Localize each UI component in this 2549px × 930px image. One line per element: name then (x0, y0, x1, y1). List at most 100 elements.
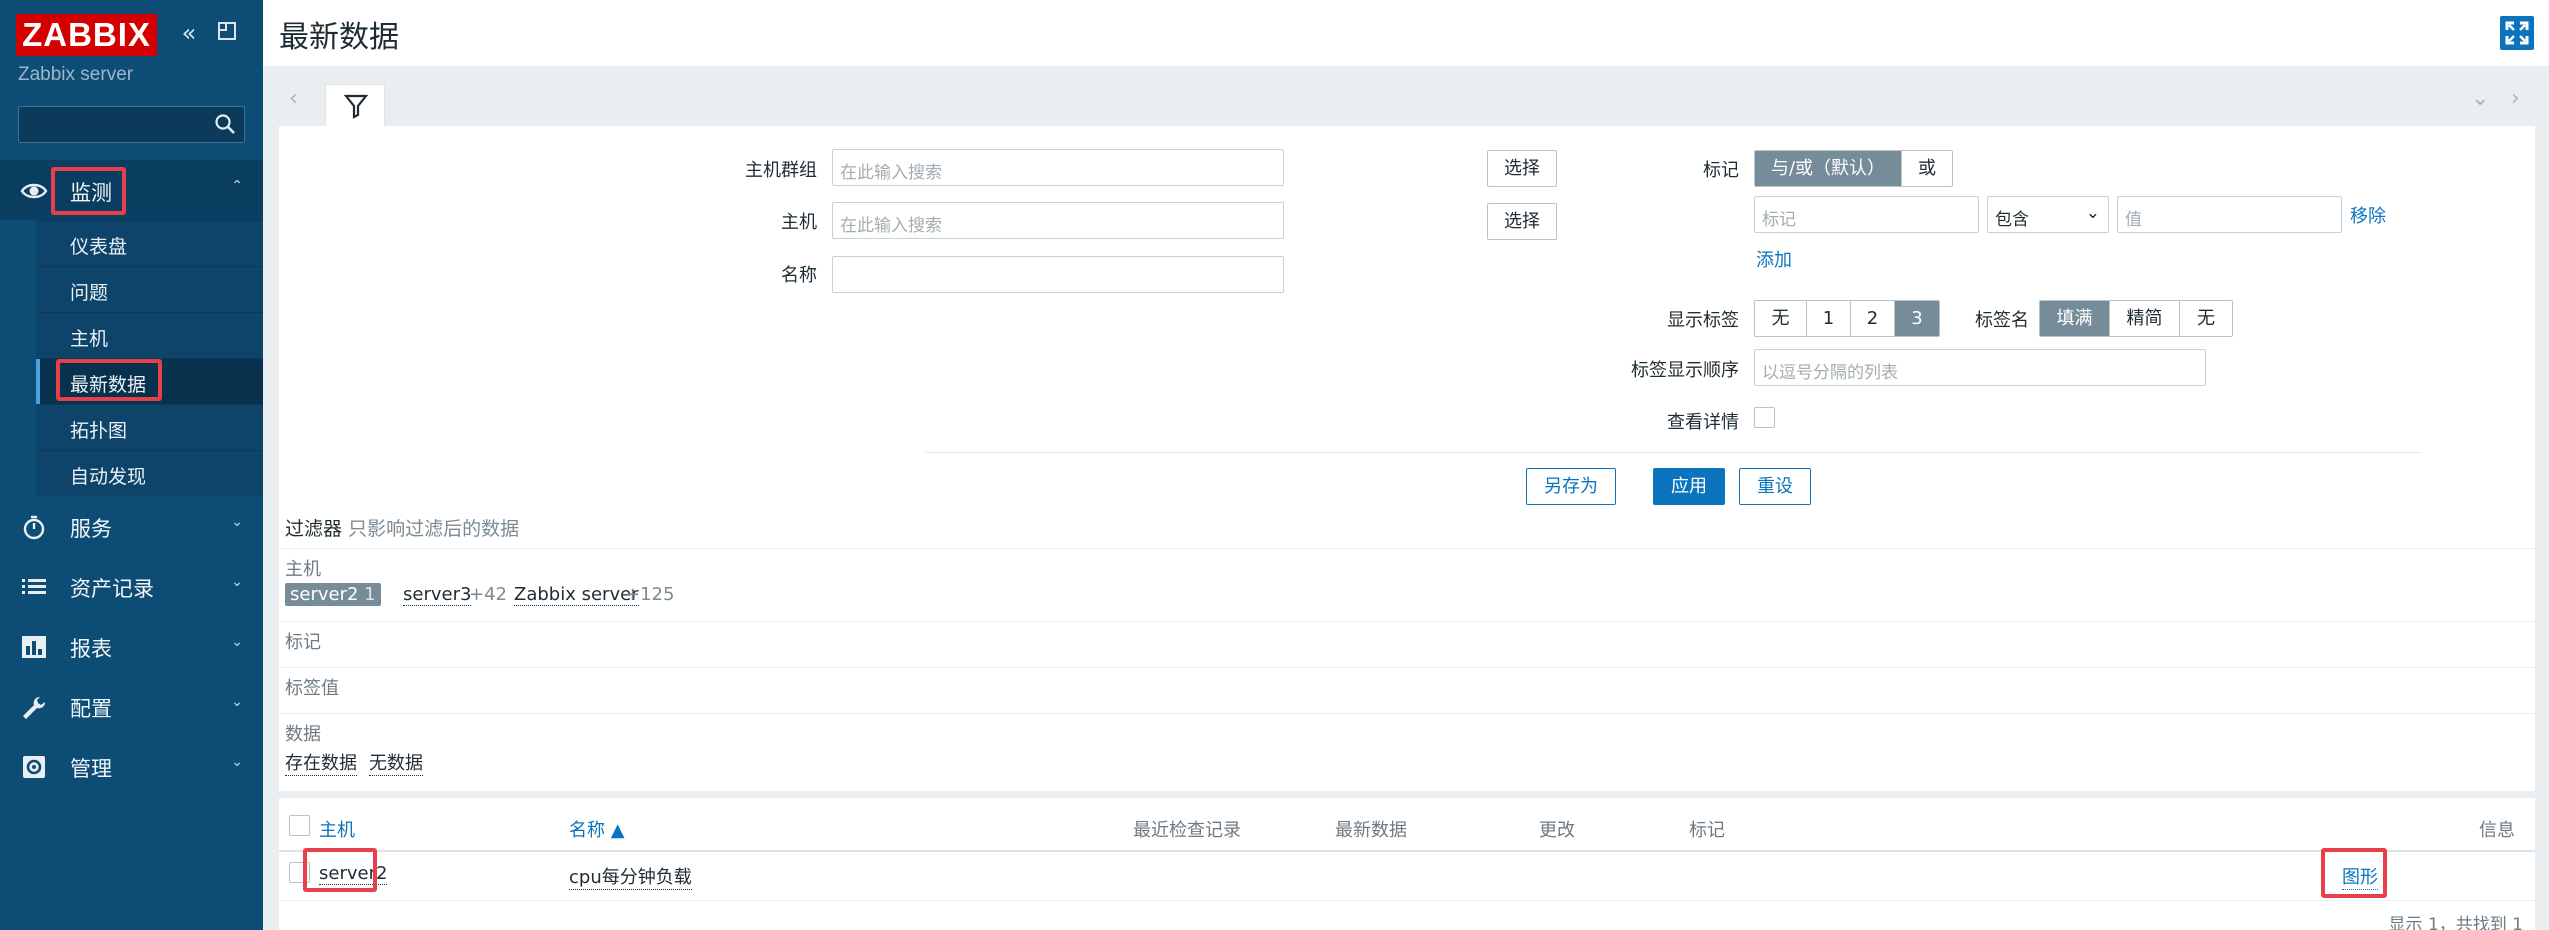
filter-tab-bar: ‹ ⌄ › (279, 70, 2535, 126)
submenu-item-dashboard[interactable]: 仪表盘 (36, 220, 263, 266)
menu-item-monitoring[interactable]: 监测 ⌃ (0, 160, 263, 220)
subfilter-row-tag-values: 标签值 (279, 667, 2535, 713)
bar-chart-icon (22, 636, 46, 658)
tag-name-full[interactable]: 填满 (2040, 301, 2110, 336)
search-icon[interactable] (214, 113, 236, 135)
row-item-name[interactable]: cpu每分钟负载 (569, 863, 692, 890)
show-tags-none[interactable]: 无 (1755, 301, 1807, 336)
filter-tab[interactable] (325, 84, 385, 126)
host-group-select-button[interactable]: 选择 (1487, 150, 1557, 187)
chevron-down-icon: ⌄ (231, 514, 243, 530)
host-label: 主机 (781, 212, 817, 233)
table-footer-count: 显示 1，共找到 1 (2388, 915, 2523, 930)
main-menu: 监测 ⌃ 仪表盘 问题 主机 最新数据 拓扑图 自动发现 服务 ⌄ 资产记录 ⌄… (0, 160, 263, 796)
tag-priority-label: 标签显示顺序 (1631, 360, 1739, 381)
fullscreen-icon (2505, 21, 2529, 45)
menu-item-configuration[interactable]: 配置 ⌄ (0, 676, 263, 736)
filter-divider (925, 452, 2421, 453)
tag-value-input[interactable]: 值 (2117, 196, 2342, 233)
submenu-item-hosts[interactable]: 主机 (36, 312, 263, 358)
menu-label: 资产记录 (70, 577, 154, 601)
menu-label: 报表 (70, 637, 112, 661)
show-details-label: 查看详情 (1667, 412, 1739, 433)
tag-mode-and-or[interactable]: 与/或（默认） (1755, 151, 1902, 186)
name-input[interactable] (832, 256, 1284, 293)
name-label: 名称 (781, 265, 817, 286)
subfilter-row-tags: 标记 (279, 621, 2535, 667)
subfilter-host-server3[interactable]: server3 (403, 584, 472, 606)
sidebar-search-input[interactable] (18, 106, 245, 143)
select-all-checkbox[interactable] (289, 815, 310, 836)
show-tags-1[interactable]: 1 (1807, 301, 1851, 336)
show-details-checkbox[interactable] (1754, 407, 1775, 428)
subfilter-data-label: 数据 (285, 724, 321, 745)
submenu-item-maps[interactable]: 拓扑图 (36, 404, 263, 450)
latest-data-table: 主机 名称 ▲ 最近检查记录 最新数据 更改 标记 信息 server2 cpu… (279, 798, 2535, 930)
column-header-name[interactable]: 名称 ▲ (569, 816, 625, 842)
highlight-box-latest-data (56, 359, 162, 401)
show-tags-3[interactable]: 3 (1895, 301, 1939, 336)
reset-button[interactable]: 重设 (1739, 468, 1811, 505)
tag-name-toggle[interactable]: 填满 精简 无 (2039, 300, 2233, 337)
subfilter-data-without[interactable]: 无数据 (369, 749, 423, 776)
chevron-down-icon[interactable]: ⌄ (2471, 86, 2489, 111)
subfilter-panel: 过滤器 只影响过滤后的数据 主机 server2 1 server3 +42 Z… (279, 508, 2535, 791)
tag-operator-select[interactable]: 包含 ⌄ (1987, 196, 2109, 233)
gear-icon (23, 756, 45, 778)
submenu-item-problems[interactable]: 问题 (36, 266, 263, 312)
show-tags-toggle[interactable]: 无 1 2 3 (1754, 300, 1940, 337)
remove-tag-link[interactable]: 移除 (2350, 202, 2386, 228)
save-as-button[interactable]: 另存为 (1526, 468, 1616, 505)
column-header-tags: 标记 (1689, 820, 1725, 841)
subfilter-tag-values-label: 标签值 (285, 678, 339, 699)
list-icon (22, 579, 46, 594)
tag-priority-input[interactable]: 以逗号分隔的列表 (1754, 349, 2206, 386)
subfilter-count: +42 (469, 584, 507, 605)
chevron-down-icon: ⌄ (231, 754, 243, 770)
subfilter-host-server2[interactable]: server2 1 (285, 583, 381, 606)
menu-item-services[interactable]: 服务 ⌄ (0, 496, 263, 556)
tag-mode-toggle[interactable]: 与/或（默认） 或 (1754, 150, 1953, 187)
host-select-button[interactable]: 选择 (1487, 203, 1557, 240)
column-header-host[interactable]: 主机 (319, 816, 355, 842)
stopwatch-icon (23, 515, 45, 540)
menu-label: 管理 (70, 757, 112, 781)
tag-name-none[interactable]: 无 (2180, 301, 2232, 336)
subfilter-tags-label: 标记 (285, 632, 321, 653)
subfilter-data-with[interactable]: 存在数据 (285, 749, 357, 776)
tag-input[interactable]: 标记 (1754, 196, 1979, 233)
collapse-sidebar-icon[interactable]: « (176, 20, 202, 46)
column-header-last-check: 最近检查记录 (1133, 820, 1241, 841)
menu-item-inventory[interactable]: 资产记录 ⌄ (0, 556, 263, 616)
apply-button[interactable]: 应用 (1653, 468, 1725, 505)
host-group-input[interactable]: 在此输入搜索 (832, 149, 1284, 186)
zabbix-logo[interactable]: ZABBIX (16, 14, 157, 56)
menu-item-reports[interactable]: 报表 ⌄ (0, 616, 263, 676)
submenu-item-discovery[interactable]: 自动发现 (36, 450, 263, 496)
column-header-info: 信息 (2479, 820, 2515, 841)
show-tags-label: 显示标签 (1667, 310, 1739, 331)
show-tags-2[interactable]: 2 (1851, 301, 1895, 336)
subfilter-hosts-label: 主机 (285, 559, 321, 580)
filter-panel: 主机群组 在此输入搜索 选择 主机 在此输入搜索 选择 名称 标记 与/或（默认… (279, 126, 2535, 525)
menu-label: 服务 (70, 517, 112, 541)
wrench-icon (23, 696, 46, 719)
column-header-last-value: 最新数据 (1335, 820, 1407, 841)
chevron-down-icon: ⌄ (2085, 203, 2100, 223)
column-header-change: 更改 (1539, 820, 1575, 841)
eye-icon (20, 183, 48, 199)
kiosk-mode-button[interactable] (2500, 16, 2534, 50)
tag-mode-or[interactable]: 或 (1902, 151, 1952, 186)
page-header: 最新数据 (263, 0, 2549, 66)
hide-sidebar-icon[interactable] (214, 20, 240, 46)
menu-item-administration[interactable]: 管理 ⌄ (0, 736, 263, 796)
subfilter-host-zabbix-server[interactable]: Zabbix server (514, 584, 639, 606)
page-title: 最新数据 (279, 20, 399, 55)
add-tag-link[interactable]: 添加 (1756, 246, 1792, 272)
chevron-up-icon: ⌃ (231, 178, 243, 194)
chevron-right-icon[interactable]: › (2511, 86, 2520, 111)
subfilter-row-hosts: 主机 server2 1 server3 +42 Zabbix server +… (279, 548, 2535, 621)
host-input[interactable]: 在此输入搜索 (832, 202, 1284, 239)
tag-name-short[interactable]: 精简 (2110, 301, 2180, 336)
chevron-left-icon[interactable]: ‹ (289, 86, 298, 111)
